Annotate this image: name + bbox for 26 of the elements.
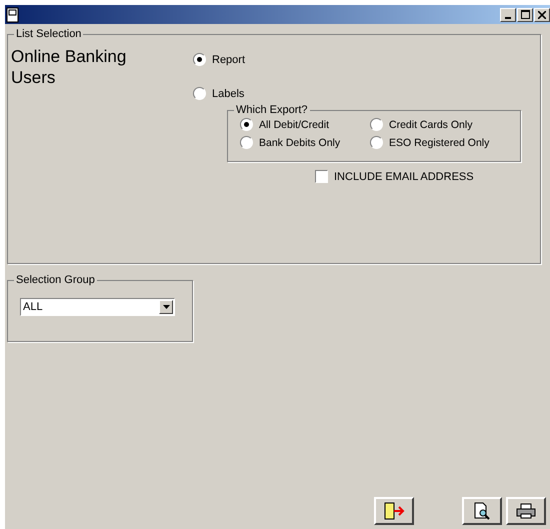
selection-dropdown[interactable]: ALL (20, 298, 175, 316)
radio-option[interactable]: Bank Debits Only (240, 136, 370, 149)
app-icon (6, 6, 20, 22)
close-icon (538, 10, 546, 18)
checkbox-option[interactable]: INCLUDE EMAIL ADDRESS (315, 170, 521, 183)
radio-option[interactable]: All Debit/Credit (240, 118, 370, 131)
door-exit-icon (383, 502, 405, 520)
minimize-button[interactable] (500, 8, 516, 22)
dropdown-arrow-icon (162, 305, 170, 309)
radio-option[interactable]: Credit Cards Only (370, 118, 520, 131)
page-magnifier-icon (473, 502, 491, 520)
exit-button[interactable] (374, 497, 414, 525)
printer-icon (516, 503, 536, 519)
minimize-icon (505, 16, 511, 18)
print-preview-button[interactable] (462, 497, 502, 525)
radio-option[interactable]: Labels (193, 87, 521, 100)
group-label: Which Export? (235, 104, 309, 116)
maximize-button[interactable] (517, 8, 533, 22)
close-button[interactable] (534, 8, 550, 22)
radio-option[interactable]: ESO Registered Only (370, 136, 520, 149)
group-label: Selection Group (15, 274, 96, 286)
group-label: List Selection (15, 28, 82, 40)
list-title: Online Banking Users (10, 46, 128, 89)
maximize-icon (520, 10, 530, 19)
radio-option[interactable]: Report (193, 53, 521, 66)
print-button[interactable] (506, 497, 546, 525)
